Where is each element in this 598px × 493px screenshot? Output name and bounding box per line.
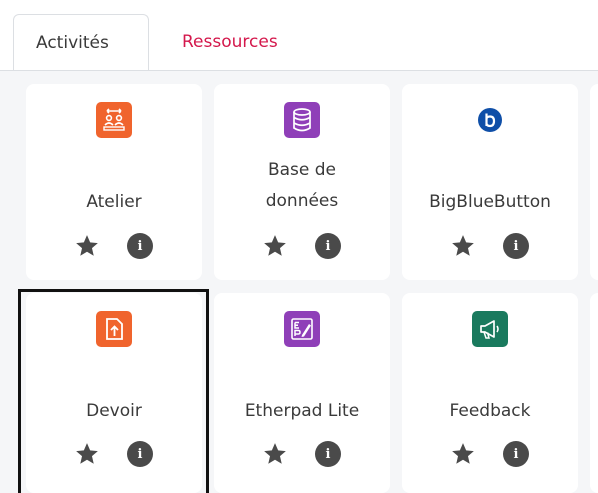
activity-card-atelier[interactable]: Atelier i xyxy=(26,84,202,280)
activity-card-partial xyxy=(590,84,598,280)
info-icon[interactable]: i xyxy=(127,441,153,467)
info-icon[interactable]: i xyxy=(127,233,153,259)
activity-name-line-2: données xyxy=(265,191,339,211)
activity-card-feedback[interactable]: Feedback i xyxy=(402,293,578,493)
info-icon[interactable]: i xyxy=(315,441,341,467)
tab-ressources[interactable]: Ressources xyxy=(160,14,300,71)
activity-name: Feedback xyxy=(449,401,531,421)
etherpad-icon xyxy=(284,311,320,347)
activity-card-bigbluebutton[interactable]: BigBlueButton i xyxy=(402,84,578,280)
info-icon[interactable]: i xyxy=(503,233,529,259)
activity-name: Atelier xyxy=(86,192,142,212)
activity-card-base-de-donnees[interactable]: Base de données i xyxy=(214,84,390,280)
activity-name: Etherpad Lite xyxy=(244,401,360,421)
activity-chooser-tabs: Activités Ressources xyxy=(0,0,598,72)
activity-name: BigBlueButton xyxy=(429,192,551,212)
star-icon[interactable] xyxy=(262,233,288,259)
bigbluebutton-icon xyxy=(472,102,508,138)
info-icon[interactable]: i xyxy=(503,441,529,467)
star-icon[interactable] xyxy=(450,233,476,259)
activity-name: Base de données xyxy=(220,155,384,217)
tab-activites[interactable]: Activités xyxy=(13,14,149,71)
activity-name-line-1: Base de xyxy=(267,160,337,180)
activity-card-partial xyxy=(590,293,598,493)
activity-name: Devoir xyxy=(86,401,142,421)
assignment-upload-icon xyxy=(96,311,132,347)
database-icon xyxy=(284,102,320,138)
star-icon[interactable] xyxy=(74,233,100,259)
activity-card-devoir[interactable]: Devoir i xyxy=(26,293,202,493)
star-icon[interactable] xyxy=(74,441,100,467)
activity-card-etherpad-lite[interactable]: Etherpad Lite i xyxy=(214,293,390,493)
star-icon[interactable] xyxy=(262,441,288,467)
star-icon[interactable] xyxy=(450,441,476,467)
info-icon[interactable]: i xyxy=(315,233,341,259)
workshop-icon xyxy=(96,102,132,138)
megaphone-icon xyxy=(472,311,508,347)
